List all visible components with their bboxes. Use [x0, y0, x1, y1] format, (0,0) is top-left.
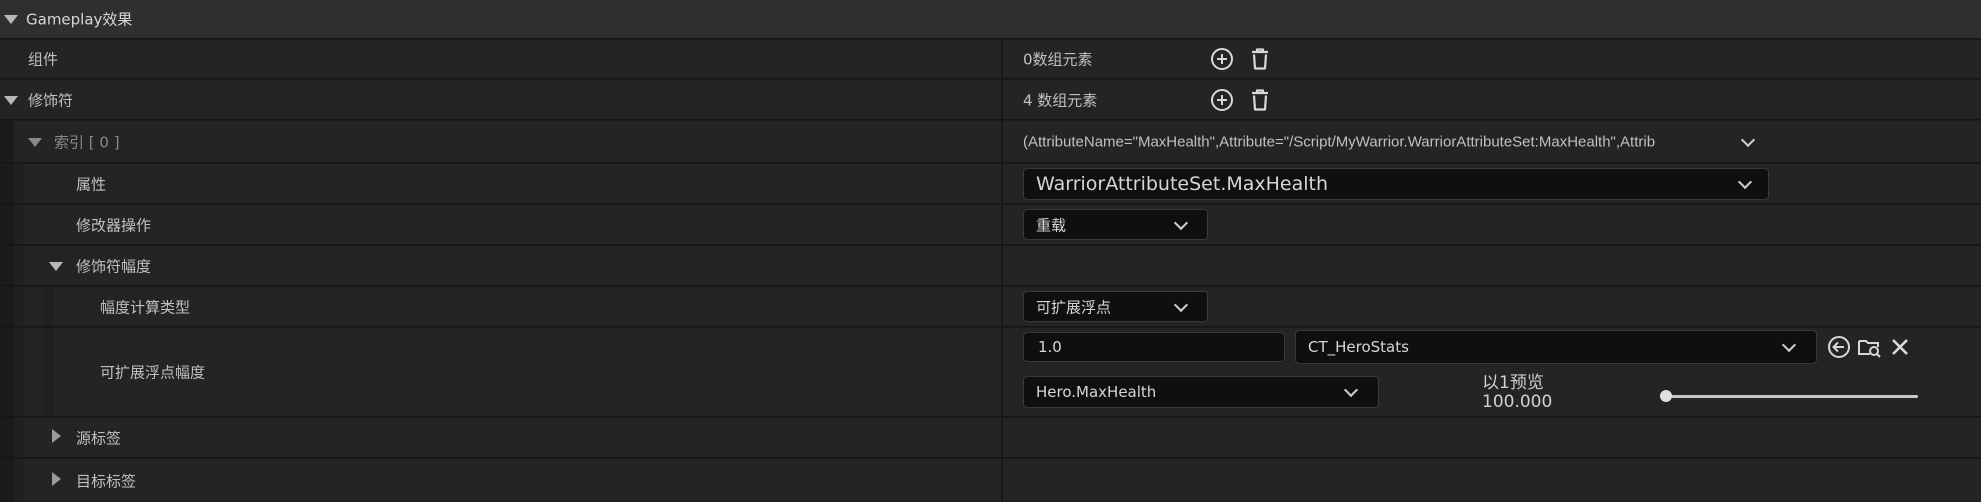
property-row-index-0[interactable]: 索引 [ 0 ] (AttributeName="MaxHealth",Attr… — [0, 121, 1981, 163]
magnitude-calc-type-value: 可扩展浮点 — [1036, 298, 1112, 316]
property-label-modifiers: 修饰符 — [28, 91, 74, 109]
chevron-down-icon — [1781, 337, 1797, 353]
add-element-icon[interactable] — [1209, 46, 1235, 72]
property-row-modifiers[interactable]: 修饰符 4 数组元素 — [0, 80, 1981, 120]
property-label-target-tags: 目标标签 — [76, 472, 137, 490]
attribute-value: WarriorAttributeSet.MaxHealth — [1036, 173, 1329, 195]
section-title: Gameplay效果 — [26, 10, 133, 29]
expand-arrow-icon[interactable] — [52, 428, 61, 447]
expand-arrow-icon[interactable] — [52, 471, 61, 490]
browse-asset-icon[interactable] — [1856, 334, 1882, 360]
add-element-icon[interactable] — [1209, 87, 1235, 113]
property-label-index-0: 索引 [ 0 ] — [54, 133, 120, 151]
property-row-scalable-float: 可扩展浮点幅度 1.0 CT_HeroStats Hero.MaxHealth … — [0, 328, 1981, 417]
property-label-components: 组件 — [28, 50, 59, 69]
preview-label: 以1预览 — [1482, 373, 1544, 393]
collapse-arrow-icon[interactable] — [49, 257, 63, 275]
property-label-magnitude-calc-type: 幅度计算类型 — [100, 298, 191, 316]
slider-handle[interactable] — [1660, 390, 1672, 402]
collapse-arrow-icon[interactable] — [4, 10, 18, 28]
property-row-modifier-op: 修改器操作 重载 — [0, 205, 1981, 245]
property-row-components: 组件 0数组元素 — [0, 40, 1981, 79]
browse-back-icon[interactable] — [1826, 334, 1852, 360]
modifier-op-value: 重载 — [1036, 216, 1067, 234]
property-label-source-tags: 源标签 — [76, 429, 122, 447]
chevron-down-icon[interactable] — [1740, 132, 1756, 147]
chevron-down-icon — [1173, 297, 1189, 312]
row-name-dropdown[interactable]: Hero.MaxHealth — [1023, 376, 1379, 408]
modifier-op-dropdown[interactable]: 重载 — [1023, 209, 1208, 240]
property-label-scalable-float: 可扩展浮点幅度 — [100, 363, 206, 382]
property-row-magnitude[interactable]: 修饰符幅度 — [0, 246, 1981, 286]
chevron-down-icon — [1343, 382, 1359, 398]
chevron-down-icon — [1173, 215, 1189, 230]
clear-icon[interactable] — [1887, 334, 1913, 360]
property-row-attribute: 属性 WarriorAttributeSet.MaxHealth — [0, 164, 1981, 204]
preview-level-slider[interactable] — [1660, 389, 1918, 403]
index-0-summary: (AttributeName="MaxHealth",Attribute="/S… — [1023, 133, 1656, 150]
section-header-gameplay-effects[interactable]: Gameplay效果 — [0, 0, 1981, 39]
scalable-float-value: 1.0 — [1038, 338, 1062, 356]
components-count: 0数组元素 — [1023, 50, 1093, 69]
property-label-modifier-op: 修改器操作 — [76, 216, 152, 234]
attribute-dropdown[interactable]: WarriorAttributeSet.MaxHealth — [1023, 168, 1769, 200]
slider-track — [1660, 395, 1918, 398]
collapse-arrow-icon[interactable] — [4, 91, 18, 109]
preview-value: 100.000 — [1482, 392, 1553, 412]
trash-icon[interactable] — [1247, 87, 1273, 113]
property-label-magnitude: 修饰符幅度 — [76, 257, 152, 275]
scalable-float-value-input[interactable]: 1.0 — [1023, 332, 1285, 362]
modifiers-count: 4 数组元素 — [1023, 91, 1098, 109]
curve-table-dropdown[interactable]: CT_HeroStats — [1295, 330, 1817, 364]
chevron-down-icon — [1737, 174, 1753, 190]
magnitude-calc-type-dropdown[interactable]: 可扩展浮点 — [1023, 291, 1208, 322]
property-row-magnitude-calc-type: 幅度计算类型 可扩展浮点 — [0, 287, 1981, 327]
row-name-value: Hero.MaxHealth — [1036, 383, 1157, 401]
property-label-attribute: 属性 — [76, 175, 107, 193]
collapse-arrow-icon[interactable] — [28, 133, 42, 151]
trash-icon[interactable] — [1247, 46, 1273, 72]
property-row-source-tags[interactable]: 源标签 — [0, 418, 1981, 458]
property-row-target-tags[interactable]: 目标标签 — [0, 459, 1981, 502]
curve-table-value: CT_HeroStats — [1308, 338, 1409, 356]
